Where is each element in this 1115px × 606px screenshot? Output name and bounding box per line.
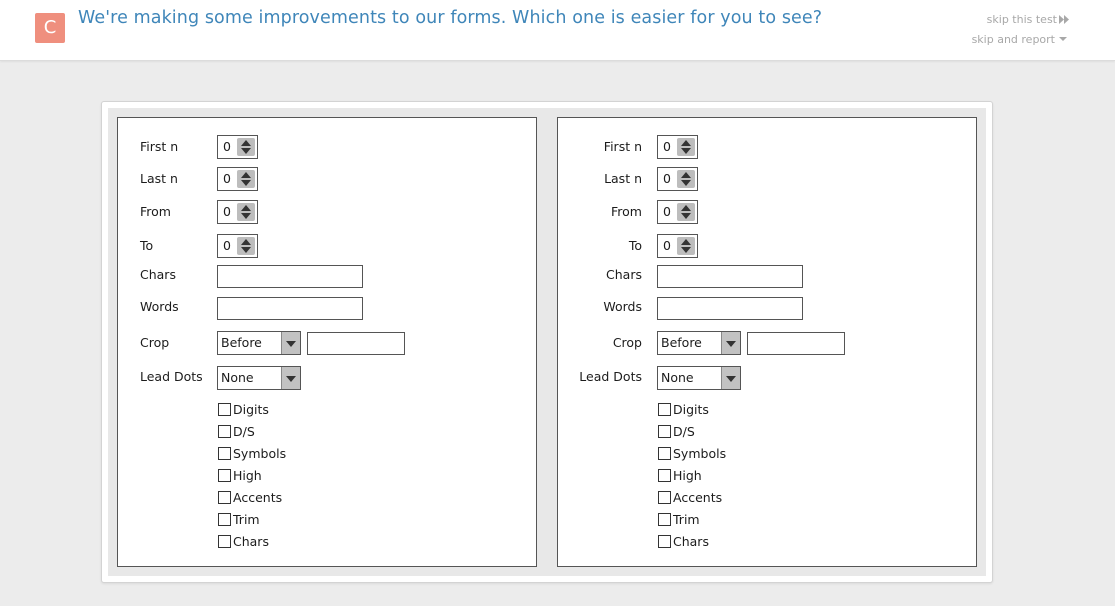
label-crop: Crop <box>612 335 642 350</box>
crop-selected-value: Before <box>221 335 262 350</box>
label-from: From <box>140 204 171 219</box>
last-n-spinner[interactable]: 0 <box>657 167 698 191</box>
last-n-value: 0 <box>663 171 671 186</box>
label-crop: Crop <box>140 335 170 350</box>
label-chars: Chars <box>606 267 642 282</box>
checkbox-label: Symbols <box>233 446 287 461</box>
spinner-arrows-icon[interactable] <box>677 138 695 156</box>
last-n-value: 0 <box>223 171 231 186</box>
label-last-n: Last n <box>604 171 642 186</box>
crop-select[interactable]: Before <box>657 331 741 355</box>
checkbox-box[interactable] <box>658 513 671 526</box>
form-option-right[interactable]: First n 0 Last n 0 From 0 To 0 Chars Wor… <box>557 117 977 567</box>
label-from: From <box>611 204 642 219</box>
label-first-n: First n <box>603 139 642 154</box>
chevron-down-icon[interactable] <box>281 332 300 354</box>
crop-text-input[interactable] <box>307 332 405 355</box>
chevron-down-icon[interactable] <box>281 367 300 389</box>
checkbox-label: Trim <box>233 512 260 527</box>
lead-dots-selected-value: None <box>661 370 694 385</box>
test-header: C We're making some improvements to our … <box>0 0 1115 61</box>
checkbox-box[interactable] <box>658 447 671 460</box>
first-n-spinner[interactable]: 0 <box>657 135 698 159</box>
lead-dots-select[interactable]: None <box>217 366 301 390</box>
spinner-arrows-icon[interactable] <box>237 170 255 188</box>
test-badge: C <box>35 13 65 43</box>
from-value: 0 <box>223 204 231 219</box>
crop-text-input[interactable] <box>747 332 845 355</box>
from-value: 0 <box>663 204 671 219</box>
first-n-value: 0 <box>223 139 231 154</box>
skip-test-link[interactable]: skip this test <box>987 13 1057 26</box>
crop-selected-value: Before <box>661 335 702 350</box>
label-first-n: First n <box>140 139 179 154</box>
first-n-value: 0 <box>663 139 671 154</box>
checkbox-label: Digits <box>673 402 709 417</box>
label-words: Words <box>603 299 642 314</box>
checkbox-label: Accents <box>673 490 723 505</box>
spinner-arrows-icon[interactable] <box>677 170 695 188</box>
chars-input[interactable] <box>217 265 363 288</box>
chars-input[interactable] <box>657 265 803 288</box>
checkbox-label: High <box>233 468 262 483</box>
chevron-down-icon[interactable] <box>721 367 740 389</box>
label-lead-dots: Lead Dots <box>579 369 642 384</box>
label-last-n: Last n <box>140 171 178 186</box>
spinner-arrows-icon[interactable] <box>677 203 695 221</box>
checkbox-box[interactable] <box>218 403 231 416</box>
fast-forward-icon[interactable] <box>1059 15 1069 24</box>
caret-down-icon[interactable] <box>1059 37 1067 41</box>
checkbox-box[interactable] <box>218 513 231 526</box>
spinner-arrows-icon[interactable] <box>677 237 695 255</box>
checkbox-label: Trim <box>673 512 700 527</box>
from-spinner[interactable]: 0 <box>657 200 698 224</box>
to-value: 0 <box>223 238 231 253</box>
checkbox-label: Chars <box>673 534 709 549</box>
spinner-arrows-icon[interactable] <box>237 203 255 221</box>
checkbox-label: Digits <box>233 402 269 417</box>
crop-select[interactable]: Before <box>217 331 301 355</box>
label-chars: Chars <box>140 267 176 282</box>
lead-dots-selected-value: None <box>221 370 254 385</box>
question-text: We're making some improvements to our fo… <box>78 8 823 28</box>
lead-dots-select[interactable]: None <box>657 366 741 390</box>
checkbox-label: Accents <box>233 490 283 505</box>
checkbox-box[interactable] <box>218 535 231 548</box>
form-option-left[interactable]: First n 0 Last n 0 From 0 To 0 Chars Wor… <box>117 117 537 567</box>
to-spinner[interactable]: 0 <box>217 234 258 258</box>
label-to: To <box>628 238 642 253</box>
words-input[interactable] <box>657 297 803 320</box>
checkbox-box[interactable] <box>218 469 231 482</box>
checkbox-box[interactable] <box>658 535 671 548</box>
checkbox-box[interactable] <box>658 469 671 482</box>
checkbox-box[interactable] <box>658 403 671 416</box>
checkbox-box[interactable] <box>658 491 671 504</box>
checkbox-box[interactable] <box>658 425 671 438</box>
first-n-spinner[interactable]: 0 <box>217 135 258 159</box>
checkbox-label: D/S <box>233 424 255 439</box>
skip-and-report-link[interactable]: skip and report <box>972 33 1055 46</box>
checkbox-label: Symbols <box>673 446 727 461</box>
checkbox-box[interactable] <box>218 491 231 504</box>
label-words: Words <box>140 299 179 314</box>
last-n-spinner[interactable]: 0 <box>217 167 258 191</box>
to-spinner[interactable]: 0 <box>657 234 698 258</box>
checkbox-box[interactable] <box>218 447 231 460</box>
from-spinner[interactable]: 0 <box>217 200 258 224</box>
spinner-arrows-icon[interactable] <box>237 237 255 255</box>
checkbox-label: High <box>673 468 702 483</box>
words-input[interactable] <box>217 297 363 320</box>
label-lead-dots: Lead Dots <box>140 369 203 384</box>
to-value: 0 <box>663 238 671 253</box>
checkbox-box[interactable] <box>218 425 231 438</box>
label-to: To <box>140 238 154 253</box>
chevron-down-icon[interactable] <box>721 332 740 354</box>
spinner-arrows-icon[interactable] <box>237 138 255 156</box>
checkbox-label: D/S <box>673 424 695 439</box>
checkbox-label: Chars <box>233 534 269 549</box>
